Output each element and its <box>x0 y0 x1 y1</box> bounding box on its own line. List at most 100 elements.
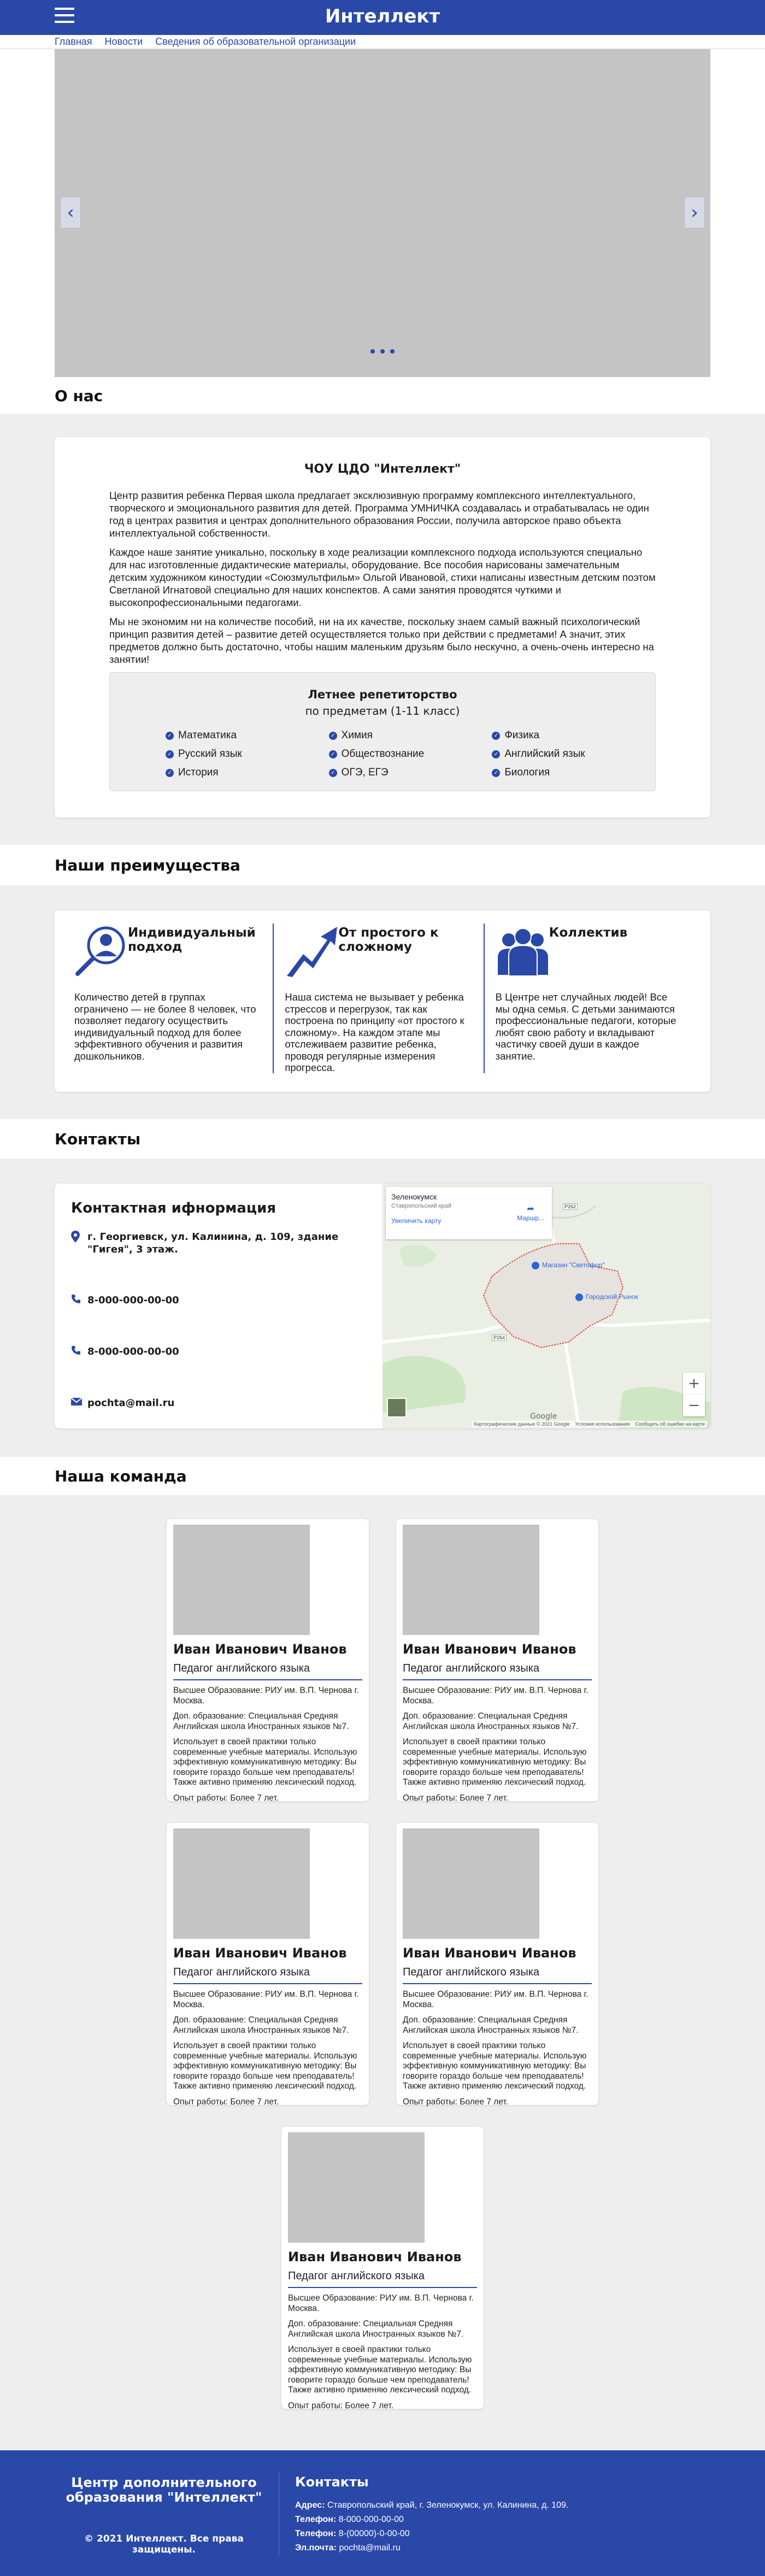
team-experience: Опыт работы: Более 7 лет. <box>403 2097 509 2107</box>
team-role: Педагог английского языка <box>403 1662 592 1680</box>
team-extra-education: Доп. образование: Специальная Средняя Ан… <box>173 1712 349 1731</box>
advantage-title: От простого к сложному <box>338 926 439 954</box>
advantage-title: Коллектив <box>549 926 628 940</box>
carousel-prev-arrow-icon[interactable]: ‹ <box>60 197 81 228</box>
team-name: Иван Иванович Иванов <box>403 1945 576 1961</box>
footer-address-label: Адрес: <box>295 2501 325 2510</box>
route-label: Маршр... <box>517 1214 544 1222</box>
team-about: Использует в своей практики только совре… <box>403 2041 587 2091</box>
contact-phone: 8-000-000-00-00 <box>71 1345 366 1397</box>
contact-email: pochta@mail.ru <box>70 1397 366 1409</box>
footer-phone: Телефон: 8-000-000-00-00 <box>295 2513 568 2527</box>
team-name: Иван Иванович Иванов <box>173 1945 347 1961</box>
team-card: Иван Иванович Иванов Педагог английского… <box>167 1823 369 2107</box>
carousel-dot[interactable] <box>390 349 395 354</box>
phone-text[interactable]: 8-000-000-00-00 <box>87 1294 179 1307</box>
about-band: ЧОУ ЦДО "Интеллект" Центр развития ребен… <box>0 414 765 845</box>
footer-email-label: Эл.почта: <box>295 2543 337 2553</box>
footer-phone-text[interactable]: 8-(00000)-0-00-00 <box>339 2529 410 2538</box>
map-road-label: P262 <box>563 1203 578 1210</box>
subject-label: История <box>178 767 219 778</box>
check-icon: ✓ <box>166 768 174 777</box>
team-photo <box>403 1525 539 1635</box>
carousel-next-arrow-icon[interactable]: › <box>684 197 705 228</box>
footer-contacts: Контакты Адрес: Ставропольский край, г. … <box>295 2474 568 2555</box>
map-zoom-out-button[interactable]: − <box>683 1395 705 1416</box>
contacts-card: Контактная ифнормация г. Георгиевск, ул.… <box>55 1184 710 1428</box>
footer-address-text: Ставропольский край, г. Зеленокумск, ул.… <box>327 2501 569 2510</box>
subject-label: Обществознание <box>341 748 425 760</box>
map-route-button[interactable]: ➦ Маршр... <box>517 1203 544 1222</box>
map-place-label: Городской Рынок <box>586 1293 638 1301</box>
phone-text[interactable]: 8-000-000-00-00 <box>87 1345 179 1358</box>
top-navbar: Интеллект <box>0 0 765 35</box>
footer-phone: Телефон: 8-(00000)-0-00-00 <box>295 2527 568 2541</box>
team-grid: Иван Иванович Иванов Педагог английского… <box>41 1519 724 2431</box>
crumb-home[interactable]: Главная <box>55 36 92 47</box>
crumb-news[interactable]: Новости <box>105 36 143 47</box>
about-paragraph: Мы не экономим ни на количестве пособий,… <box>109 616 654 665</box>
footer-email-text[interactable]: pochta@mail.ru <box>339 2543 400 2553</box>
section-title-contacts: Контакты <box>0 1119 765 1158</box>
team-education: Высшее Образование: РИУ им. В.П. Чернова… <box>173 1686 359 1705</box>
footer-phone-text[interactable]: 8-000-000-00-00 <box>339 2515 404 2524</box>
google-map[interactable]: Магазин "Светофор" Городской Рынок P262 … <box>382 1184 710 1428</box>
footer-brand: Центр дополнительного образования "Интел… <box>55 2475 273 2556</box>
team-about: Использует в своей практики только совре… <box>173 2041 357 2091</box>
check-icon: ✓ <box>492 750 501 758</box>
subject-item: ✓ Русский язык <box>166 748 329 760</box>
subject-item: ✓ Математика <box>166 730 329 742</box>
footer-phone-label: Телефон: <box>295 2515 337 2524</box>
map-road-label: P264 <box>492 1334 507 1341</box>
check-icon: ✓ <box>166 731 174 740</box>
advantage-title: Индивидуальный подход <box>128 926 256 954</box>
google-logo: Google <box>530 1412 557 1421</box>
map-satellite-toggle[interactable] <box>387 1398 407 1418</box>
summer-title: Летнее репетиторство <box>308 688 457 701</box>
team-about: Использует в своей практики только совре… <box>403 1737 587 1787</box>
subject-item: ✓ Английский язык <box>492 748 655 760</box>
subject-label: Математика <box>178 730 237 741</box>
contact-info: Контактная ифнормация г. Георгиевск, ул.… <box>55 1184 382 1428</box>
map-report-link[interactable]: Сообщить об ошибке на карте <box>635 1421 705 1427</box>
summer-subtitle: по предметам (1-11 класс) <box>305 704 460 717</box>
team-name: Иван Иванович Иванов <box>403 1642 576 1657</box>
footer-org-name: Центр дополнительного образования "Интел… <box>66 2475 262 2505</box>
image-carousel: ‹ › <box>55 49 710 377</box>
footer-phone-label: Телефон: <box>295 2529 337 2538</box>
footer-address: Адрес: Ставропольский край, г. Зеленокум… <box>295 2498 568 2513</box>
team-about: Использует в своей практики только совре… <box>288 2345 472 2395</box>
about-title: ЧОУ ЦДО "Интеллект" <box>304 462 461 476</box>
team-role: Педагог английского языка <box>288 2270 477 2288</box>
team-experience: Опыт работы: Более 7 лет. <box>403 1793 509 1803</box>
subjects-grid: ✓ Математика ✓ Химия ✓ Физика ✓ Русский язык… <box>110 730 655 779</box>
carousel-dot[interactable] <box>370 349 375 354</box>
section-title-about: О нас <box>0 377 765 414</box>
carousel-dot[interactable] <box>380 349 385 354</box>
subject-item: ✓ Биология <box>492 767 655 779</box>
footer-copyright: © 2021 Интеллект. Все права защищены. <box>84 2533 244 2555</box>
about-card: ЧОУ ЦДО "Интеллект" Центр развития ребен… <box>55 437 710 818</box>
about-paragraph: Каждое наше занятие уникально, поскольку… <box>109 546 656 608</box>
team-role: Педагог английского языка <box>403 1966 592 1984</box>
team-about: Использует в своей практики только совре… <box>173 1737 357 1787</box>
team-name: Иван Иванович Иванов <box>173 1642 347 1657</box>
map-zoom-in-button[interactable]: + <box>683 1373 705 1395</box>
about-paragraph: Центр развития ребенка Первая школа пред… <box>109 490 649 539</box>
advantage-text: Количество детей в группах ограничено — … <box>74 991 256 1062</box>
phone-icon <box>71 1345 81 1357</box>
team-extra-education: Доп. образование: Специальная Средняя Ан… <box>403 1712 579 1731</box>
carousel-dots <box>55 346 710 356</box>
crumb-org-info[interactable]: Сведения об образовательной организации <box>155 36 356 47</box>
team-band: Иван Иванович Иванов Педагог английского… <box>0 1495 765 2450</box>
map-terms-link[interactable]: Условия использования <box>575 1421 630 1427</box>
menu-burger-icon[interactable] <box>55 8 74 24</box>
subject-label: Русский язык <box>178 748 242 760</box>
subject-item: ✓ Физика <box>492 730 655 742</box>
advantage-item: Коллектив В Центре нет случайных людей! … <box>483 924 694 1073</box>
advantage-text: В Центре нет случайных людей! Все мы одн… <box>495 991 676 1062</box>
email-text[interactable]: pochta@mail.ru <box>87 1397 174 1409</box>
check-icon: ✓ <box>492 731 501 740</box>
site-brand: Интеллект <box>325 5 440 27</box>
advantage-item: Индивидуальный подход Количество детей в… <box>71 924 273 1073</box>
